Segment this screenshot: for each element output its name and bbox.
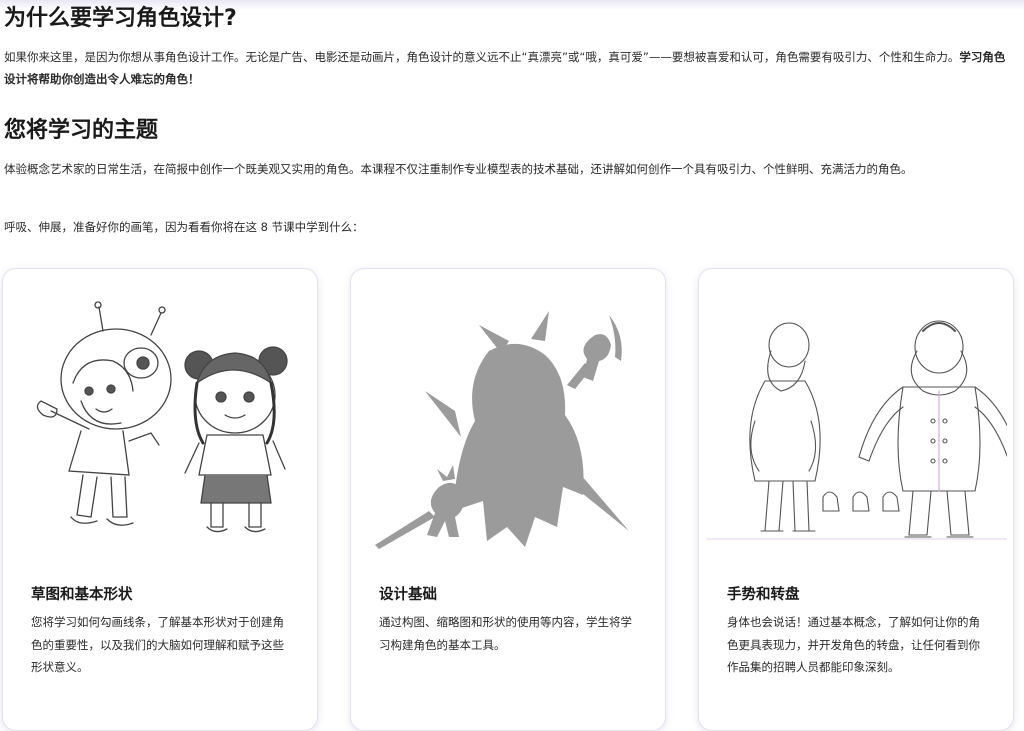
card-title: 设计基础	[379, 587, 437, 603]
card-description: 身体也会说话！通过基本概念，了解如何让你的角色更具表现力，并开发角色的转盘，让任…	[727, 615, 980, 674]
silhouette-characters-image	[375, 311, 629, 549]
card-title: 草图和基本形状	[31, 587, 133, 603]
topics-paragraph: 体验概念艺术家的日常生活，在简报中创作一个既美观又实用的角色。本课程不仅注重制作…	[4, 162, 913, 176]
sketch-characters-image	[36, 301, 288, 533]
card-title: 手势和转盘	[727, 587, 800, 603]
topic-card-design-basics[interactable]: 设计基础 通过构图、缩略图和形状的使用等内容，学生将学习构建角色的基本工具。	[350, 268, 666, 731]
topics-title: 您将学习的主题	[4, 118, 159, 143]
why-paragraph: 如果你来这里，是因为你想从事角色设计工作。无论是广告、电影还是动画片，角色设计的…	[4, 46, 1016, 90]
card-description: 您将学习如何勾画线条，了解基本形状对于创建角色的重要性，以及我们的大脑如何理解和…	[31, 615, 284, 674]
turnaround-character-image	[707, 320, 1007, 540]
topics-intro: 呼吸、伸展，准备好你的画笔，因为看看你将在这 8 节课中学到什么：	[4, 220, 364, 234]
topic-card-gesture-turnaround[interactable]: 手势和转盘 身体也会说话！通过基本概念，了解如何让你的角色更具表现力，并开发角色…	[698, 268, 1014, 731]
card-description: 通过构图、缩略图和形状的使用等内容，学生将学习构建角色的基本工具。	[379, 615, 632, 652]
topic-card-sketch[interactable]: 草图和基本形状 您将学习如何勾画线条，了解基本形状对于创建角色的重要性，以及我们…	[2, 268, 318, 731]
why-title: 为什么要学习角色设计?	[4, 6, 237, 31]
why-paragraph-text: 如果你来这里，是因为你想从事角色设计工作。无论是广告、电影还是动画片，角色设计的…	[4, 50, 960, 64]
